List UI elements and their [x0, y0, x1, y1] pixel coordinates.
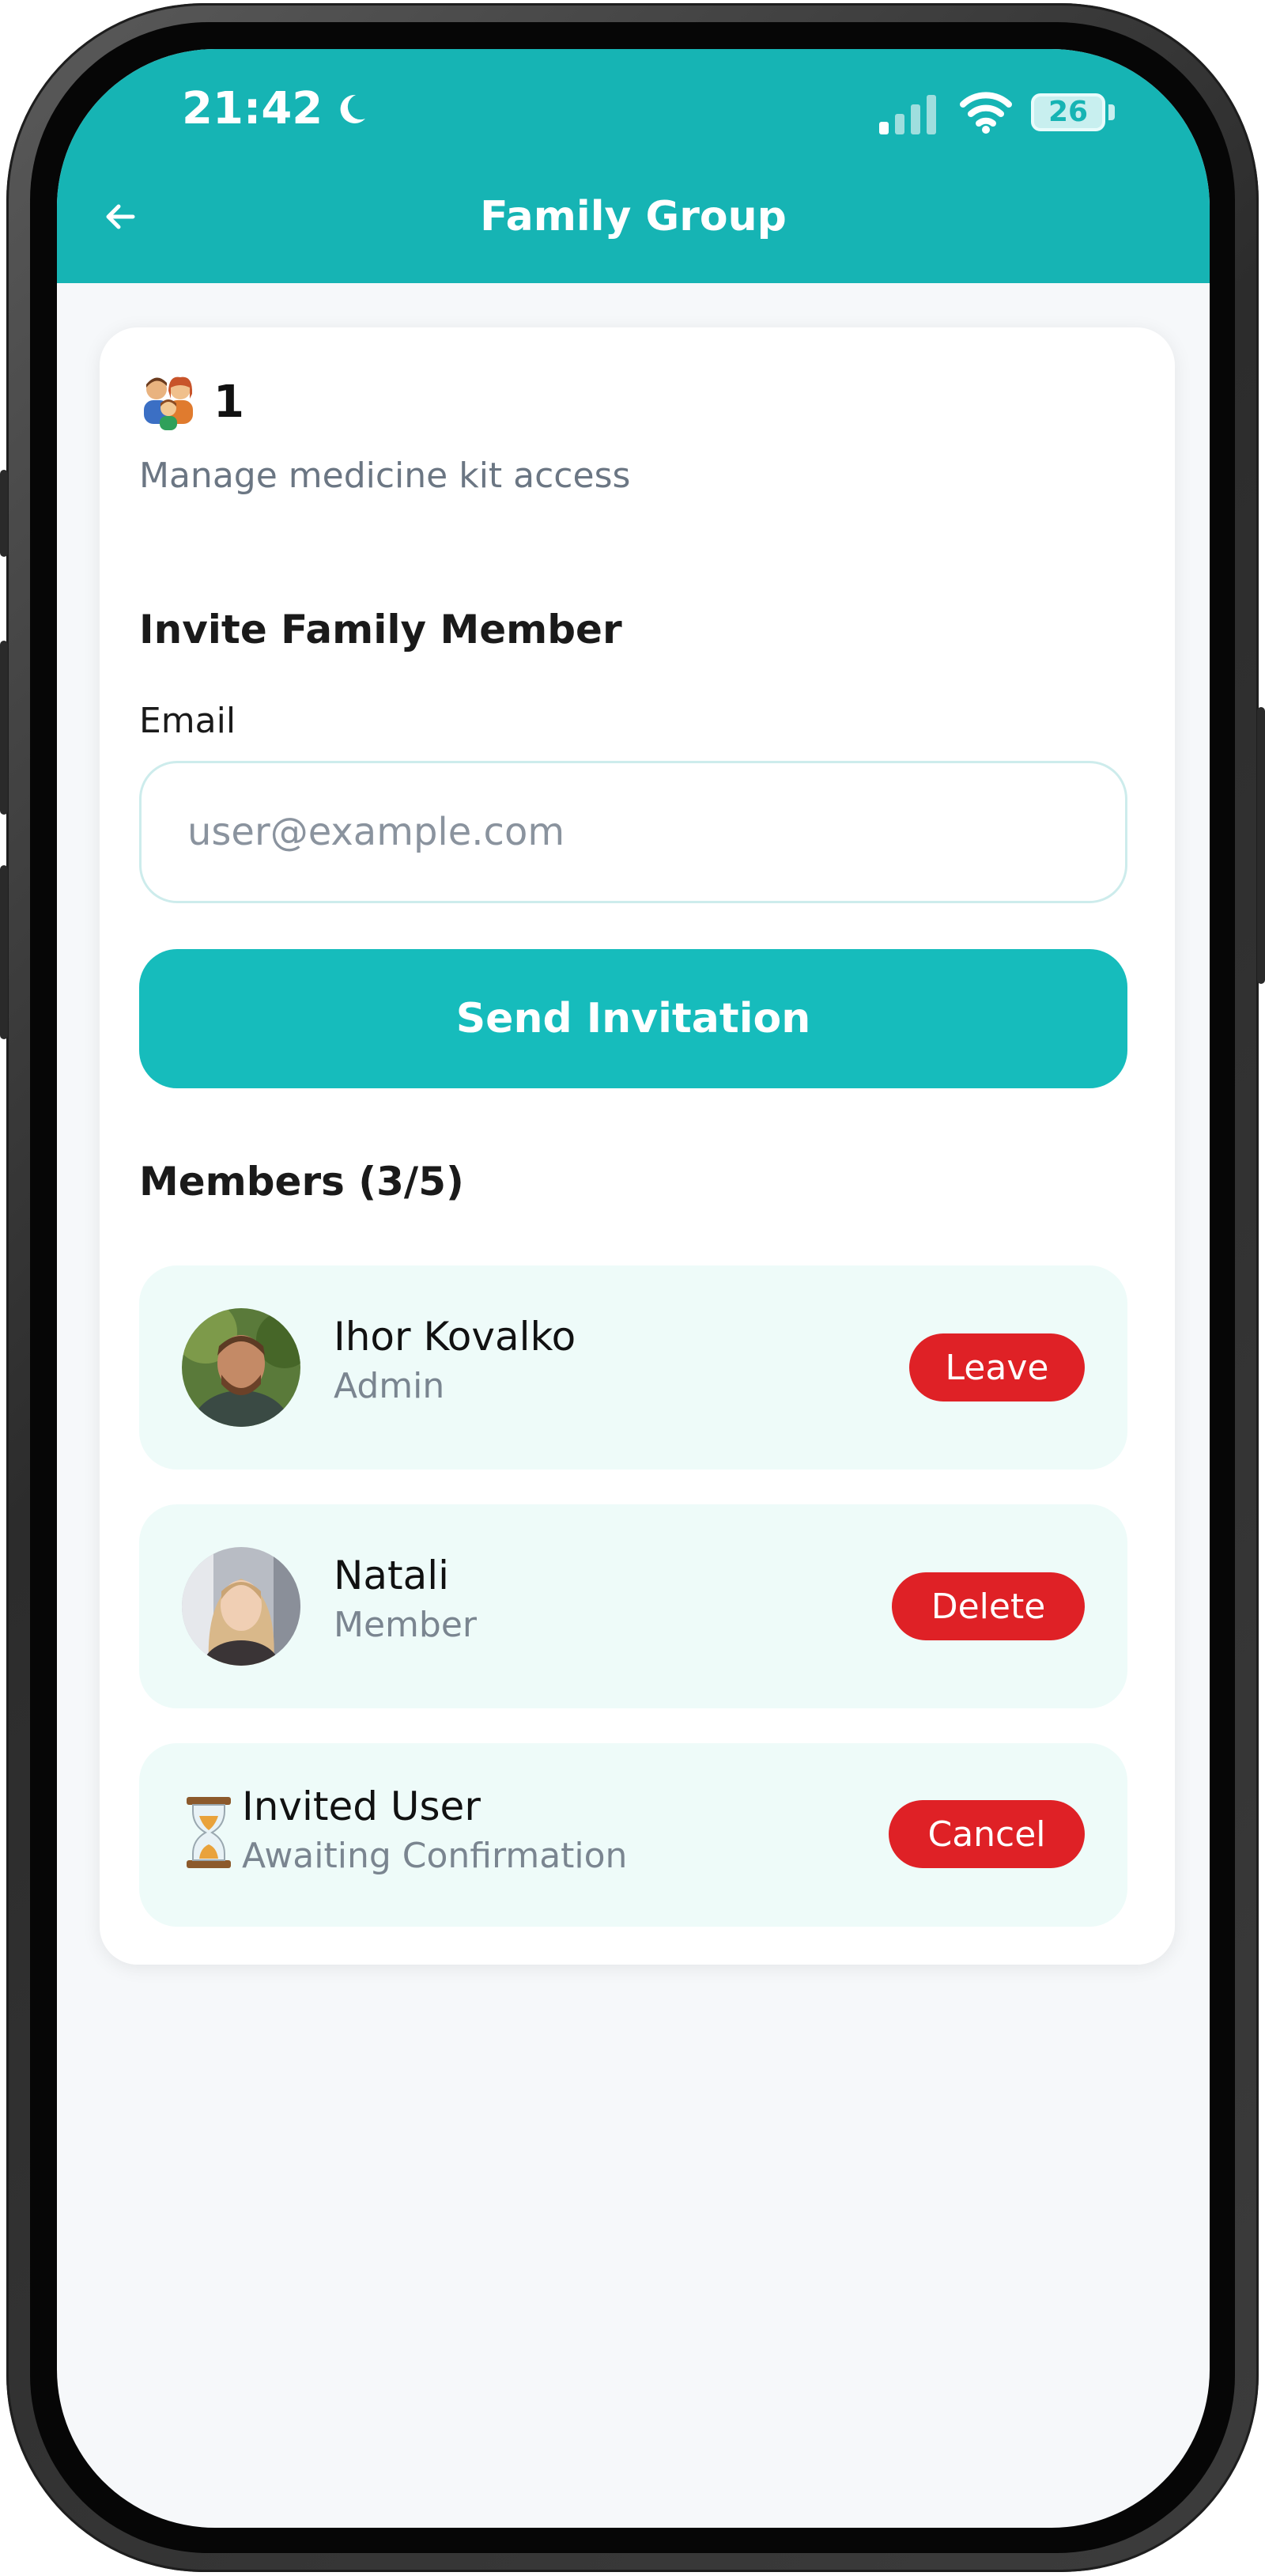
family-group-card: 1 Manage medicine kit access Invite Fami… — [100, 327, 1175, 1965]
wifi-icon — [960, 92, 1012, 134]
send-invitation-button[interactable]: Send Invitation — [139, 949, 1127, 1088]
member-role: Member — [334, 1605, 477, 1645]
group-subtitle: Manage medicine kit access — [139, 456, 631, 496]
status-time-text: 21:42 — [182, 83, 323, 134]
page-title: Family Group — [480, 193, 787, 240]
member-item: Ihor Kovalko Admin Leave — [139, 1265, 1127, 1470]
avatar-photo — [182, 1547, 300, 1666]
member-role: Awaiting Confirmation — [242, 1836, 628, 1876]
side-button — [0, 865, 8, 1039]
member-role: Admin — [334, 1366, 445, 1406]
invite-section-title: Invite Family Member — [139, 607, 622, 653]
member-name: Ihor Kovalko — [334, 1314, 576, 1360]
avatar-photo — [182, 1308, 300, 1427]
app-header: 21:42 26 Family Group — [57, 49, 1210, 283]
group-count: 1 — [213, 376, 244, 428]
battery-icon: 26 — [1031, 93, 1105, 131]
avatar — [182, 1308, 300, 1427]
email-label: Email — [139, 701, 236, 741]
member-item: Natali Member Delete — [139, 1504, 1127, 1708]
screen: 21:42 26 Family Group 1 Manage medicine … — [57, 49, 1210, 2528]
member-item: Invited User Awaiting Confirmation Cance… — [139, 1743, 1127, 1927]
delete-button[interactable]: Delete — [892, 1572, 1085, 1640]
avatar — [182, 1547, 300, 1666]
side-button — [0, 641, 8, 815]
battery-level: 26 — [1048, 96, 1089, 128]
signal-icon — [879, 95, 936, 134]
battery-tip — [1108, 104, 1115, 120]
hourglass-icon — [187, 1797, 231, 1868]
leave-button[interactable]: Leave — [909, 1333, 1085, 1401]
email-field[interactable] — [139, 761, 1127, 903]
cancel-button[interactable]: Cancel — [889, 1800, 1085, 1868]
group-summary: 1 — [139, 375, 244, 430]
side-button — [0, 470, 8, 557]
member-name: Natali — [334, 1553, 450, 1598]
status-time: 21:42 — [182, 85, 370, 133]
family-icon — [144, 376, 193, 430]
member-name: Invited User — [242, 1784, 481, 1829]
side-button — [1257, 707, 1265, 984]
moon-icon — [340, 94, 366, 123]
members-section-title: Members (3/5) — [139, 1159, 464, 1205]
